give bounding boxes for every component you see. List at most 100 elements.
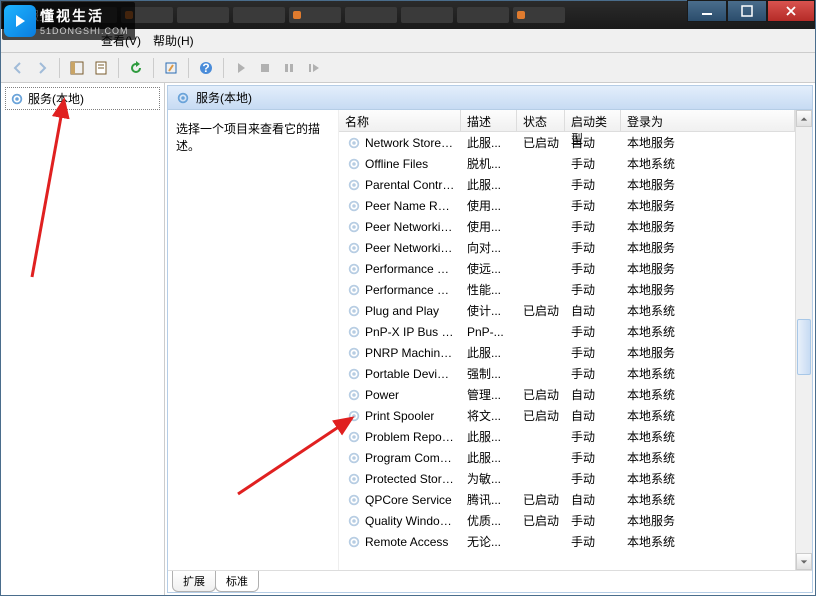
service-name: Peer Networkin... bbox=[365, 220, 455, 234]
services-list[interactable]: 名称 描述 状态 启动类型 登录为 Network Store I...此服..… bbox=[339, 110, 795, 570]
service-logon: 本地系统 bbox=[621, 323, 795, 340]
service-name: Print Spooler bbox=[365, 409, 434, 423]
vertical-scrollbar[interactable] bbox=[795, 110, 812, 570]
forward-button[interactable] bbox=[31, 57, 53, 79]
service-name: Performance Lo... bbox=[365, 283, 455, 297]
menu-help[interactable]: 帮助(H) bbox=[153, 32, 194, 49]
scroll-down-button[interactable] bbox=[796, 553, 812, 570]
scroll-thumb[interactable] bbox=[797, 319, 811, 375]
service-name: PNRP Machine ... bbox=[365, 346, 455, 360]
col-state[interactable]: 状态 bbox=[517, 110, 565, 131]
service-name: Problem Report... bbox=[365, 430, 455, 444]
service-logon: 本地系统 bbox=[621, 428, 795, 445]
nav-tree[interactable]: 服务(本地) bbox=[1, 83, 165, 595]
col-name[interactable]: 名称 bbox=[339, 110, 461, 131]
service-start: 手动 bbox=[565, 470, 621, 487]
service-start: 手动 bbox=[565, 260, 621, 277]
scroll-track[interactable] bbox=[796, 127, 812, 553]
browser-tabs-blur bbox=[61, 7, 687, 23]
help-toolbar-button[interactable]: ? bbox=[195, 57, 217, 79]
service-rows: Network Store I...此服...已启动自动本地服务Offline … bbox=[339, 132, 795, 570]
service-name: Quality Windows... bbox=[365, 514, 455, 528]
detail-prompt: 选择一个项目来查看它的描述。 bbox=[176, 120, 330, 154]
service-row[interactable]: Offline Files脱机...手动本地系统 bbox=[339, 153, 795, 174]
service-name: Portable Device ... bbox=[365, 367, 455, 381]
back-button[interactable] bbox=[7, 57, 29, 79]
service-name: Protected Storage bbox=[365, 472, 455, 486]
services-window: 服务 查看(V) 帮助(H) ? bbox=[0, 0, 816, 596]
column-headers[interactable]: 名称 描述 状态 启动类型 登录为 bbox=[339, 110, 795, 132]
service-row[interactable]: Performance Lo...性能...手动本地服务 bbox=[339, 279, 795, 300]
service-logon: 本地系统 bbox=[621, 533, 795, 550]
service-row[interactable]: Peer Name Res...使用...手动本地服务 bbox=[339, 195, 795, 216]
service-row[interactable]: Power管理...已启动自动本地系统 bbox=[339, 384, 795, 405]
minimize-button[interactable] bbox=[687, 0, 727, 22]
service-logon: 本地系统 bbox=[621, 365, 795, 382]
service-row[interactable]: QPCore Service腾讯...已启动自动本地系统 bbox=[339, 489, 795, 510]
service-row[interactable]: Program Compa...此服...手动本地系统 bbox=[339, 447, 795, 468]
service-row[interactable]: Portable Device ...强制...手动本地系统 bbox=[339, 363, 795, 384]
service-state: 已启动 bbox=[517, 407, 565, 424]
maximize-button[interactable] bbox=[727, 0, 767, 22]
service-desc: 此服... bbox=[461, 428, 517, 445]
service-name: PnP-X IP Bus En... bbox=[365, 325, 455, 339]
service-name: Network Store I... bbox=[365, 136, 455, 150]
service-row[interactable]: Plug and Play使计...已启动自动本地系统 bbox=[339, 300, 795, 321]
gear-icon bbox=[347, 262, 361, 276]
export-button[interactable] bbox=[160, 57, 182, 79]
service-desc: 使用... bbox=[461, 197, 517, 214]
gear-icon bbox=[347, 304, 361, 318]
service-row[interactable]: Problem Report...此服...手动本地系统 bbox=[339, 426, 795, 447]
properties-button[interactable] bbox=[90, 57, 112, 79]
service-start: 手动 bbox=[565, 176, 621, 193]
gear-icon bbox=[347, 514, 361, 528]
service-row[interactable]: Peer Networkin...使用...手动本地服务 bbox=[339, 216, 795, 237]
service-start: 手动 bbox=[565, 197, 621, 214]
service-row[interactable]: Performance Co...使远...手动本地服务 bbox=[339, 258, 795, 279]
logo-subtext: 51DONGSHI.COM bbox=[40, 26, 129, 36]
service-desc: 此服... bbox=[461, 449, 517, 466]
service-logon: 本地服务 bbox=[621, 134, 795, 151]
service-row[interactable]: Quality Windows...优质...已启动手动本地服务 bbox=[339, 510, 795, 531]
service-row[interactable]: Parental Controls此服...手动本地服务 bbox=[339, 174, 795, 195]
col-start[interactable]: 启动类型 bbox=[565, 110, 621, 131]
service-row[interactable]: Print Spooler将文...已启动自动本地系统 bbox=[339, 405, 795, 426]
service-desc: 使计... bbox=[461, 302, 517, 319]
service-row[interactable]: Protected Storage为敏...手动本地系统 bbox=[339, 468, 795, 489]
refresh-button[interactable] bbox=[125, 57, 147, 79]
tab-extended[interactable]: 扩展 bbox=[172, 571, 216, 592]
gear-icon bbox=[347, 451, 361, 465]
service-row[interactable]: Network Store I...此服...已启动自动本地服务 bbox=[339, 132, 795, 153]
service-name: Power bbox=[365, 388, 399, 402]
service-row[interactable]: Remote Access无论...手动本地系统 bbox=[339, 531, 795, 552]
gear-icon bbox=[347, 367, 361, 381]
service-name: Program Compa... bbox=[365, 451, 455, 465]
content-body: 选择一个项目来查看它的描述。 名称 描述 状态 启动类型 登录为 Network… bbox=[168, 110, 812, 570]
restart-service-button[interactable] bbox=[302, 57, 324, 79]
service-start: 手动 bbox=[565, 323, 621, 340]
tab-standard[interactable]: 标准 bbox=[215, 571, 259, 592]
start-service-button[interactable] bbox=[230, 57, 252, 79]
service-start: 手动 bbox=[565, 512, 621, 529]
service-state: 已启动 bbox=[517, 134, 565, 151]
service-row[interactable]: Peer Networkin...向对...手动本地服务 bbox=[339, 237, 795, 258]
service-logon: 本地服务 bbox=[621, 512, 795, 529]
service-row[interactable]: PNRP Machine ...此服...手动本地服务 bbox=[339, 342, 795, 363]
stop-service-button[interactable] bbox=[254, 57, 276, 79]
gear-icon bbox=[347, 535, 361, 549]
service-row[interactable]: PnP-X IP Bus En...PnP-...手动本地系统 bbox=[339, 321, 795, 342]
service-desc: 管理... bbox=[461, 386, 517, 403]
nav-root-node[interactable]: 服务(本地) bbox=[5, 87, 160, 110]
pause-service-button[interactable] bbox=[278, 57, 300, 79]
scroll-up-button[interactable] bbox=[796, 110, 812, 127]
col-desc[interactable]: 描述 bbox=[461, 110, 517, 131]
svg-text:?: ? bbox=[202, 61, 209, 75]
service-start: 手动 bbox=[565, 533, 621, 550]
show-hide-tree-button[interactable] bbox=[66, 57, 88, 79]
service-start: 自动 bbox=[565, 386, 621, 403]
play-icon bbox=[4, 5, 36, 37]
service-start: 手动 bbox=[565, 449, 621, 466]
col-logon[interactable]: 登录为 bbox=[621, 110, 795, 131]
close-button[interactable] bbox=[767, 0, 815, 22]
service-start: 手动 bbox=[565, 218, 621, 235]
